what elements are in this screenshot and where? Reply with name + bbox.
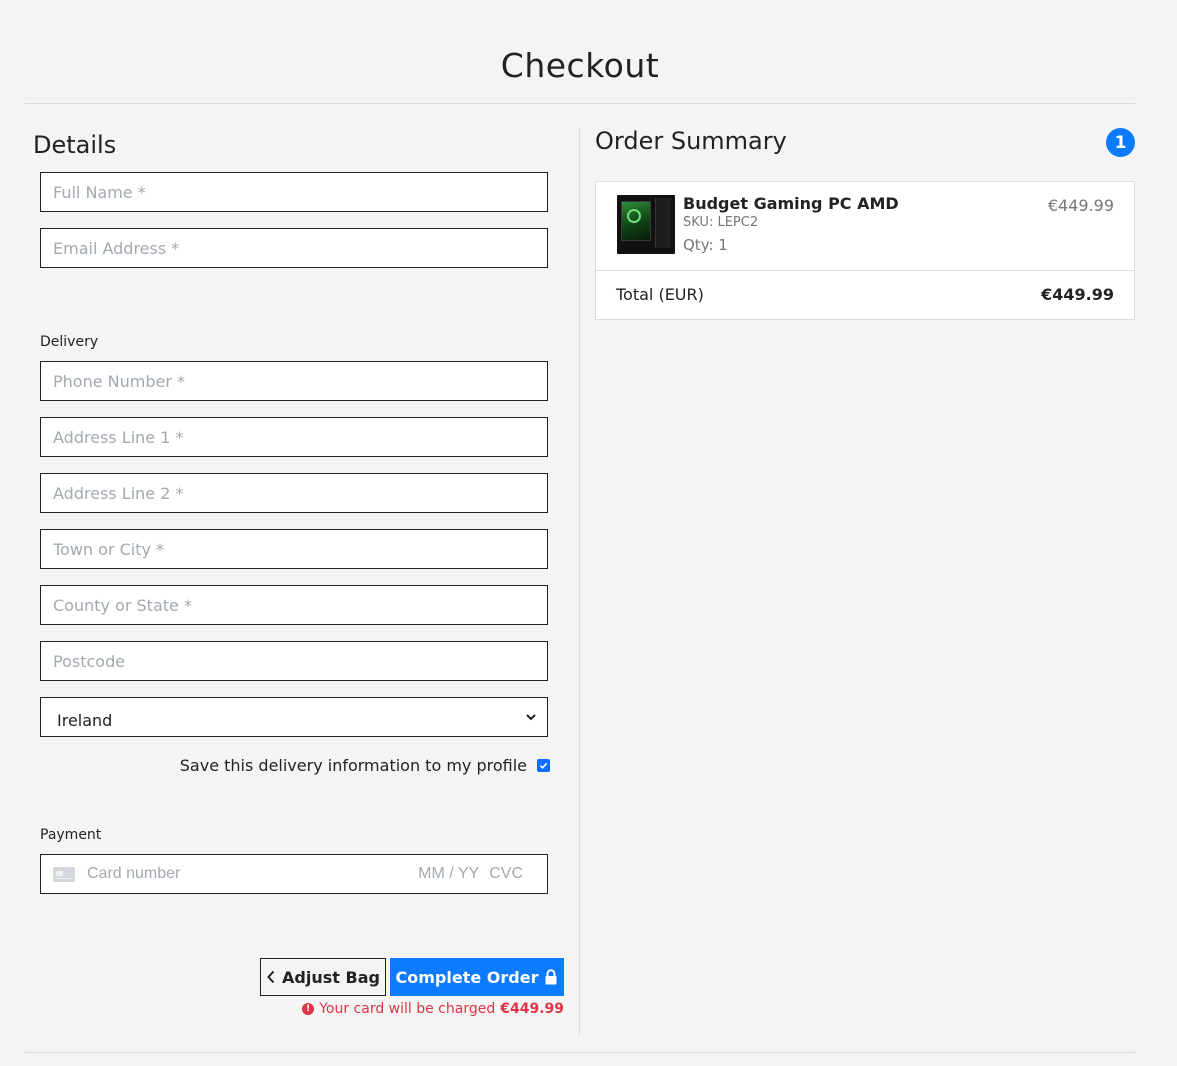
product-image bbox=[617, 195, 675, 254]
chevron-down-icon bbox=[526, 714, 536, 721]
chevron-left-icon bbox=[267, 970, 275, 984]
card-number-placeholder: Card number bbox=[87, 865, 181, 882]
save-delivery-label: Save this delivery information to my pro… bbox=[179, 755, 527, 775]
charge-amount: €449.99 bbox=[500, 1001, 564, 1017]
total-value: €449.99 bbox=[1041, 285, 1114, 304]
address-line-2-input[interactable] bbox=[40, 473, 548, 513]
check-icon bbox=[539, 762, 548, 769]
complete-order-label: Complete Order bbox=[395, 967, 539, 987]
phone-input[interactable] bbox=[40, 361, 548, 401]
page-title: Checkout bbox=[500, 46, 660, 85]
country-select-value: Ireland bbox=[57, 710, 113, 730]
product-qty: Qty: 1 bbox=[683, 236, 728, 254]
save-delivery-row: Save this delivery information to my pro… bbox=[40, 753, 550, 777]
adjust-bag-label: Adjust Bag bbox=[282, 967, 380, 987]
product-name: Budget Gaming PC AMD bbox=[683, 194, 899, 213]
postcode-input[interactable] bbox=[40, 641, 548, 681]
adjust-bag-button[interactable]: Adjust Bag bbox=[260, 958, 386, 996]
card-input[interactable]: Card number MM / YY CVC bbox=[40, 854, 548, 894]
product-sku: SKU: LEPC2 bbox=[683, 215, 759, 230]
item-count-badge: 1 bbox=[1106, 128, 1135, 157]
credit-card-icon bbox=[53, 866, 75, 882]
details-heading: Details bbox=[33, 131, 117, 159]
footer-divider bbox=[25, 1052, 1135, 1053]
column-divider bbox=[579, 128, 580, 1036]
county-input[interactable] bbox=[40, 585, 548, 625]
lock-icon bbox=[545, 969, 557, 985]
charge-note: ! Your card will be charged €449.99 bbox=[300, 1001, 564, 1017]
delivery-label: Delivery bbox=[40, 334, 99, 350]
card-expiry-placeholder: MM / YY bbox=[418, 865, 480, 882]
charge-note-text: Your card will be charged bbox=[319, 1001, 496, 1017]
exclamation-circle-icon: ! bbox=[302, 1003, 315, 1015]
payment-label: Payment bbox=[40, 827, 102, 843]
order-summary-heading: Order Summary bbox=[595, 127, 787, 155]
product-price: €449.99 bbox=[1047, 196, 1114, 215]
card-cvc-placeholder: CVC bbox=[489, 865, 523, 882]
total-label: Total (EUR) bbox=[616, 285, 704, 304]
town-input[interactable] bbox=[40, 529, 548, 569]
complete-order-button[interactable]: Complete Order bbox=[390, 958, 564, 996]
country-select[interactable]: Ireland bbox=[40, 697, 548, 737]
order-summary-card: Budget Gaming PC AMD SKU: LEPC2 Qty: 1 €… bbox=[595, 181, 1135, 320]
save-delivery-checkbox[interactable] bbox=[537, 758, 550, 772]
email-input[interactable] bbox=[40, 228, 548, 268]
full-name-input[interactable] bbox=[40, 172, 548, 212]
order-item: Budget Gaming PC AMD SKU: LEPC2 Qty: 1 €… bbox=[596, 182, 1134, 271]
header-divider bbox=[25, 103, 1135, 104]
address-line-1-input[interactable] bbox=[40, 417, 548, 457]
